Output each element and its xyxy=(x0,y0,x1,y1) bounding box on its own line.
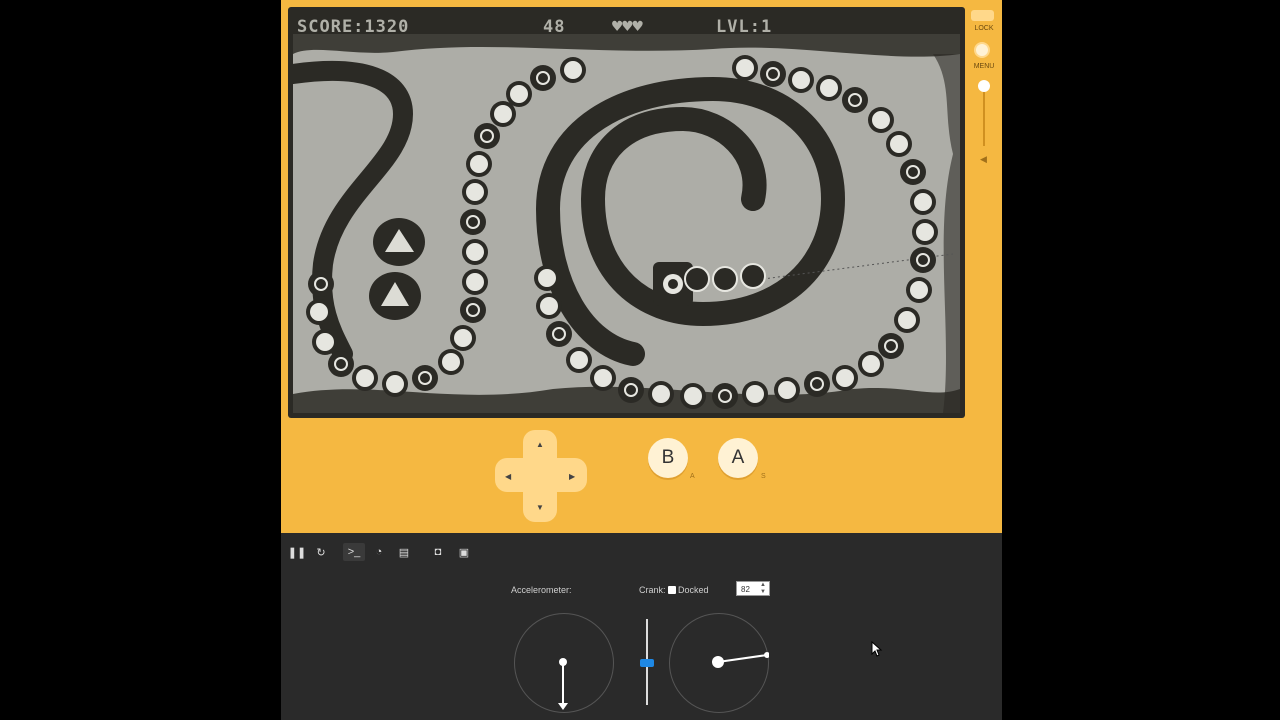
accelerometer-label: Accelerometer: xyxy=(511,585,572,595)
crank-angle-value: 82 xyxy=(741,585,750,594)
simulator: SCORE:1320 48 ♥♥♥ LVL:1 LOCK MENU ◀ ▲ ▼ … xyxy=(281,0,1002,720)
dpad[interactable]: ▲ ▼ ◀ ▶ xyxy=(495,430,587,522)
queued-marble xyxy=(740,263,766,289)
marble-core xyxy=(916,223,934,241)
marble-core xyxy=(916,253,930,267)
marble-core xyxy=(594,369,612,387)
docked-checkbox[interactable] xyxy=(668,586,676,594)
dpad-right-icon[interactable]: ▶ xyxy=(569,472,575,481)
marble-core xyxy=(848,93,862,107)
track-spiral xyxy=(535,76,846,366)
marble-core xyxy=(810,377,824,391)
queued-marble xyxy=(684,266,710,292)
b-button[interactable]: B xyxy=(648,438,688,478)
marble-core xyxy=(314,277,328,291)
lock-label: LOCK xyxy=(974,25,994,32)
marble-core xyxy=(466,303,480,317)
marble-core xyxy=(334,357,348,371)
crank-slider-thumb[interactable] xyxy=(640,659,654,667)
marble-core xyxy=(536,71,550,85)
accelerometer-pointer[interactable] xyxy=(562,661,564,707)
device-body: SCORE:1320 48 ♥♥♥ LVL:1 LOCK MENU ◀ ▲ ▼ … xyxy=(281,0,1002,533)
marble-core xyxy=(736,59,754,77)
marble-core xyxy=(914,193,932,211)
stepper-icon[interactable]: ▲ ▼ xyxy=(760,582,766,596)
print-icon[interactable]: ▤ xyxy=(393,543,415,561)
marble-core xyxy=(570,351,588,369)
marble-core xyxy=(792,71,810,89)
marble-core xyxy=(316,333,334,351)
marble-core xyxy=(820,79,838,97)
volume-slider[interactable] xyxy=(978,80,990,146)
playfield-art xyxy=(283,34,960,413)
queued-marble xyxy=(712,266,738,292)
crank-label: Crank: xyxy=(639,585,666,595)
dpad-left-icon[interactable]: ◀ xyxy=(505,472,511,481)
marble-core xyxy=(540,297,558,315)
accelerometer-arrow-icon xyxy=(558,703,568,710)
marble-core xyxy=(862,355,880,373)
screenshot-icon[interactable]: ◘ xyxy=(427,543,449,561)
side-controls: LOCK MENU ◀ xyxy=(966,0,1002,200)
marble-core xyxy=(910,281,928,299)
marble-core xyxy=(778,381,796,399)
game-screen: SCORE:1320 48 ♥♥♥ LVL:1 xyxy=(283,7,965,418)
console-icon[interactable]: >_ xyxy=(343,543,365,561)
accelerometer-center-dot xyxy=(559,658,567,666)
menu-label: MENU xyxy=(973,63,995,70)
marble-core xyxy=(766,67,780,81)
dpad-down-icon[interactable]: ▼ xyxy=(536,503,544,512)
marble-core xyxy=(310,303,328,321)
marble-core xyxy=(564,61,582,79)
marble-core xyxy=(872,111,890,129)
a-button[interactable]: A xyxy=(718,438,758,478)
restart-icon[interactable]: ↻ xyxy=(310,543,332,561)
menu-button[interactable] xyxy=(974,42,990,58)
marble-core xyxy=(890,135,908,153)
rock-1 xyxy=(373,218,425,266)
crank-angle-input[interactable]: 82 ▲ ▼ xyxy=(736,581,770,596)
volume-knob[interactable] xyxy=(978,80,990,92)
marble-core xyxy=(836,369,854,387)
a-key-hint: S xyxy=(761,473,766,480)
dpad-up-icon[interactable]: ▲ xyxy=(536,440,544,449)
marble-core xyxy=(386,375,404,393)
control-panel: ❚❚ ↻ >_ ◔ ▤ ◘ ▣ Accelerometer: Crank: Docked 8… xyxy=(281,533,1002,720)
rock-2 xyxy=(369,272,421,320)
record-icon[interactable]: ▣ xyxy=(453,543,475,561)
docked-label: Docked xyxy=(678,585,709,595)
marble-core xyxy=(466,183,484,201)
marble-core xyxy=(538,269,556,287)
marble-core xyxy=(356,369,374,387)
marble-core xyxy=(466,215,480,229)
marble-core xyxy=(418,371,432,385)
pause-icon[interactable]: ❚❚ xyxy=(286,543,308,561)
marble-core xyxy=(884,339,898,353)
marble-core xyxy=(494,105,512,123)
marble-core xyxy=(906,165,920,179)
marble-core xyxy=(552,327,566,341)
marble-core xyxy=(624,383,638,397)
marble-core xyxy=(718,389,732,403)
marble-core xyxy=(652,385,670,403)
crank-handle[interactable] xyxy=(669,613,769,713)
playfield xyxy=(283,34,960,413)
marble-core xyxy=(898,311,916,329)
marble-core xyxy=(480,129,494,143)
marble-core xyxy=(470,155,488,173)
stopwatch-icon[interactable]: ◔ xyxy=(368,543,390,561)
marble-core xyxy=(454,329,472,347)
speaker-icon: ◀ xyxy=(980,154,987,164)
marble-core xyxy=(746,385,764,403)
marble-core xyxy=(684,387,702,405)
lock-button[interactable] xyxy=(971,10,994,21)
marble-core xyxy=(442,353,460,371)
marble-core xyxy=(466,243,484,261)
marble-core xyxy=(466,273,484,291)
b-key-hint: A xyxy=(690,473,695,480)
marble-core xyxy=(510,85,528,103)
